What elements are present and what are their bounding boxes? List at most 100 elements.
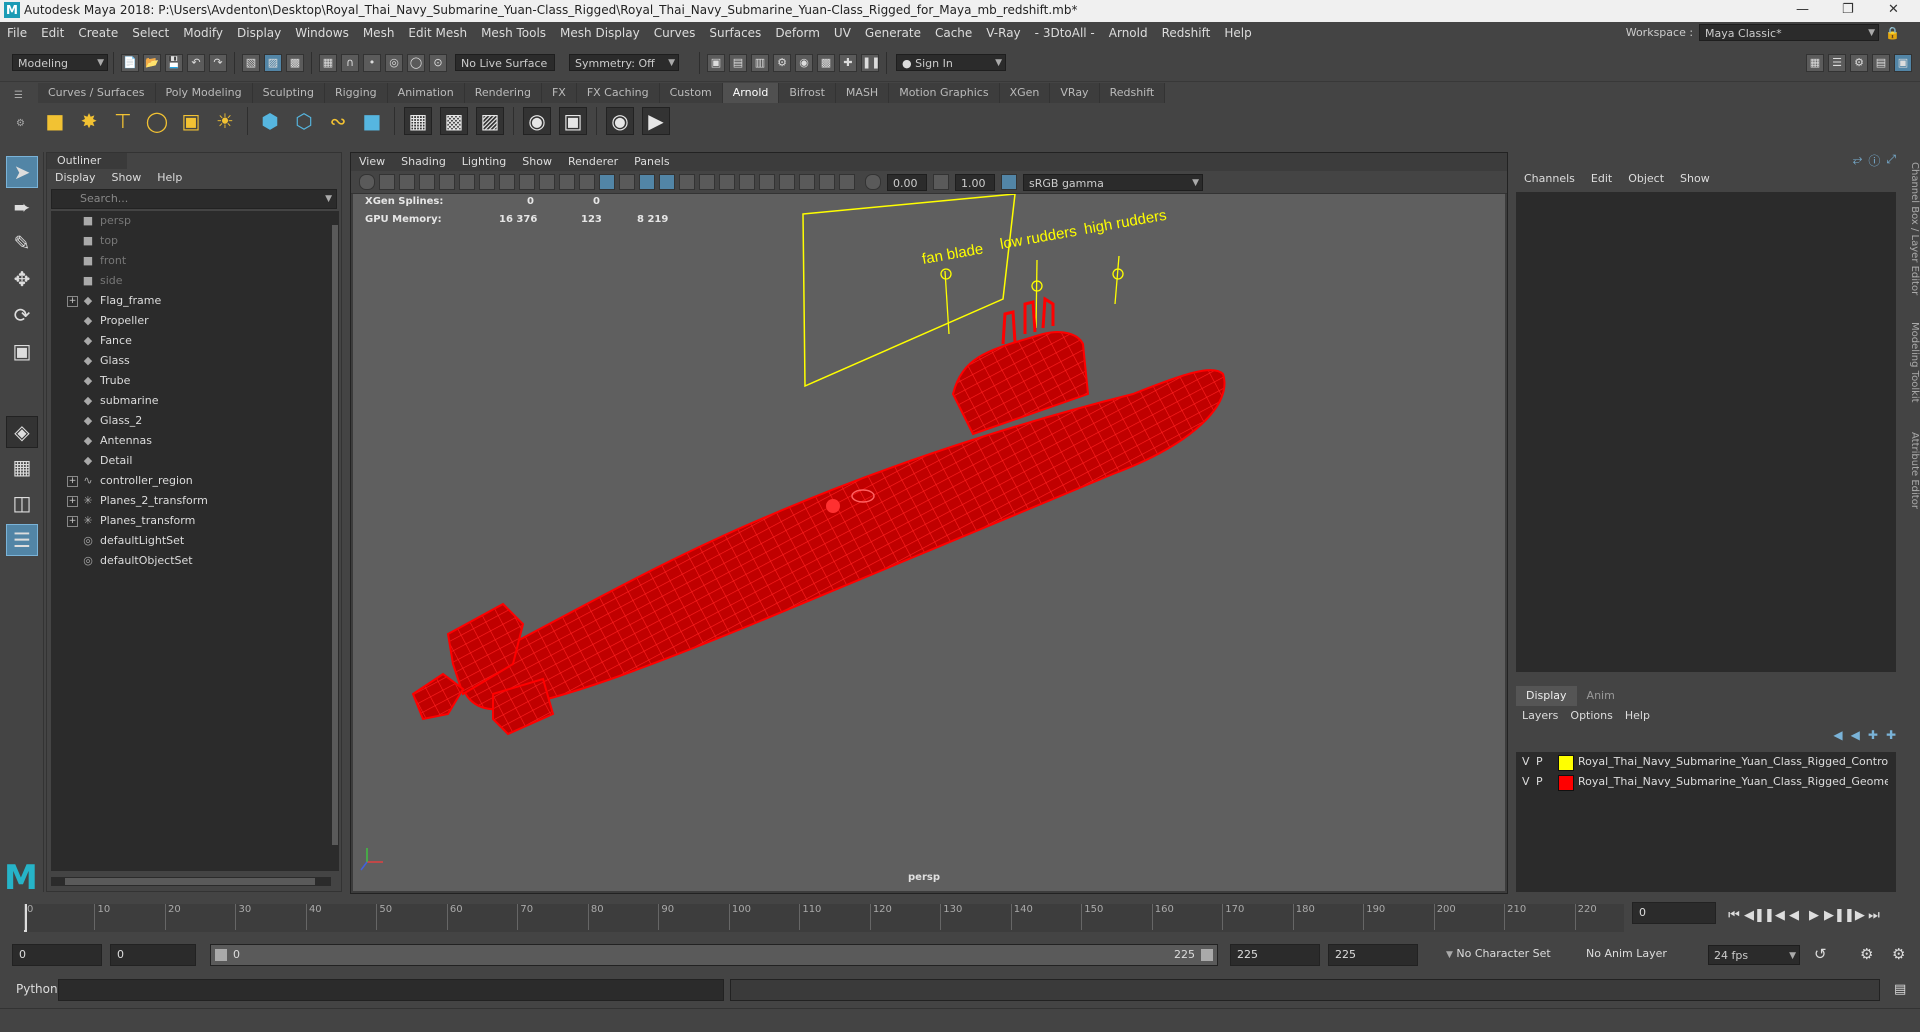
menu-item[interactable]: Generate [858,22,928,44]
grid-icon[interactable] [439,174,455,190]
scene-end-field[interactable]: 225 [1328,944,1418,966]
workspace-dropdown[interactable]: Maya Classic* ▼ [1699,24,1880,41]
snap-curve-icon[interactable]: ∩ [341,53,359,72]
channel-box-icon[interactable]: ▤ [1872,53,1890,72]
layer-playback-toggle[interactable]: P [1536,772,1543,792]
new-layer-selected-icon[interactable]: ✚ [1886,728,1896,742]
fps-dropdown[interactable]: 24 fps ▼ [1708,945,1800,965]
menu-item[interactable]: Mesh [356,22,402,44]
layer-color-swatch[interactable] [1558,755,1574,771]
shelf-tab[interactable]: Custom [659,83,723,103]
outliner-item[interactable]: ◎ defaultLightSet [51,531,331,551]
sign-in-dropdown[interactable]: ● Sign In ▼ [896,54,1006,71]
outliner-item[interactable]: ◆ Propeller [51,311,331,331]
default-lighting-icon[interactable] [699,174,715,190]
step-back-key-icon[interactable]: ◀❚ [1744,908,1765,923]
outliner-tab[interactable]: Outliner [47,153,127,169]
flush-quad-icon[interactable]: ▨ [476,107,504,135]
menu-item[interactable]: Arnold [1102,22,1155,44]
layer-editor-menu-item[interactable]: Options [1564,706,1618,726]
menu-item[interactable]: Cache [928,22,979,44]
lasso-tool-icon[interactable]: ➨ [6,192,38,224]
select-component-icon[interactable]: ▩ [286,53,304,72]
symmetry-dropdown[interactable]: Symmetry: Off ▼ [569,54,679,71]
outliner-horizontal-scrollbar[interactable] [51,877,331,886]
curve-collector-icon[interactable]: ∾ [325,108,351,134]
layer-editor-tab[interactable]: Anim [1577,686,1625,706]
flush-textures-icon[interactable]: ▦ [404,107,432,135]
four-view-layout-icon[interactable]: ▦ [6,452,38,484]
export-standin-icon[interactable]: ⬡ [291,108,317,134]
command-input[interactable] [58,979,724,1001]
menu-item[interactable]: Modify [176,22,230,44]
shelf-tab[interactable]: FX Caching [576,83,660,103]
render-setup-icon[interactable]: ▩ [817,53,835,72]
modeling-toolkit-icon[interactable]: ▦ [1806,53,1824,72]
close-icon[interactable]: ✕ [1888,2,1899,17]
attribute-editor-icon[interactable]: ☰ [1828,53,1846,72]
loop-icon[interactable]: ↺ [1814,945,1827,963]
viewport-menu-item[interactable]: Panels [626,153,677,171]
script-editor-icon[interactable]: ▤ [1894,982,1906,997]
depth-of-field-icon[interactable] [799,174,815,190]
area-light-icon[interactable]: ■ [42,108,68,134]
hypershade-icon[interactable]: ◉ [795,53,813,72]
menu-item[interactable]: Edit Mesh [401,22,474,44]
step-forward-frame-icon[interactable]: ▶❚ [1824,908,1845,923]
menu-item[interactable]: Mesh Display [553,22,647,44]
exposure-field[interactable]: 0.00 [887,173,927,191]
go-to-end-icon[interactable]: ⏭ [1864,908,1884,923]
outliner-search-input[interactable]: Search... ▼ [51,189,337,209]
viewport-menu-item[interactable]: Lighting [454,153,514,171]
animation-preferences-icon[interactable]: ⚙ [1892,945,1905,963]
select-camera-icon[interactable] [359,174,375,190]
field-chart-icon[interactable] [519,174,535,190]
shelf-tab[interactable]: Sculpting [252,83,325,103]
live-surface-field[interactable]: No Live Surface [455,54,555,71]
shelf-tab[interactable]: Redshift [1099,83,1166,103]
two-view-layout-icon[interactable]: ◫ [6,488,38,520]
modeling-toolkit-side-tab[interactable]: Modeling Toolkit [1904,322,1920,403]
channel-box-menu-item[interactable]: Channels [1516,164,1583,194]
range-start-handle[interactable] [215,949,227,961]
render-settings-icon[interactable]: ⚙ [773,53,791,72]
layer-editor-icon[interactable]: ▣ [1894,53,1912,72]
ipr-render-icon[interactable]: ▥ [751,53,769,72]
wireframe-on-shaded-icon[interactable] [639,174,655,190]
expand-icon[interactable]: ⤢ [1886,152,1896,169]
outliner-item[interactable]: ■ front [51,251,331,271]
snap-point-icon[interactable]: • [363,53,381,72]
menu-item[interactable]: - 3DtoAll - [1028,22,1102,44]
maximize-icon[interactable]: ❐ [1842,2,1854,17]
anim-layer-dropdown[interactable]: No Anim Layer [1580,944,1690,966]
physical-sky-icon[interactable]: ☀ [212,108,238,134]
character-set-dropdown[interactable]: ▼ No Character Set [1440,944,1570,966]
flush-skydome-icon[interactable]: ▩ [440,107,468,135]
shelf-tab[interactable]: Rendering [464,83,542,103]
shelf-tab[interactable]: MASH [835,83,890,103]
shelf-menu-icon[interactable]: ☰ [14,90,23,101]
layer-visibility-toggle[interactable]: V [1522,772,1530,792]
attribute-editor-side-tab[interactable]: Attribute Editor [1904,432,1920,509]
light-editor-icon[interactable]: ✚ [839,53,857,72]
expand-icon[interactable]: + [67,296,78,307]
shelf-tab[interactable]: XGen [999,83,1051,103]
layer-editor-tab[interactable]: Display [1516,686,1577,706]
menu-item[interactable]: V-Ray [979,22,1027,44]
lock-icon[interactable]: 🔒 [1885,26,1900,40]
channel-box-side-tab[interactable]: Channel Box / Layer Editor [1904,162,1920,295]
snap-live-icon[interactable]: ⊙ [429,53,447,72]
resolution-gate-icon[interactable] [479,174,495,190]
mesh-light-icon[interactable]: ✸ [76,108,102,134]
shelf-tab[interactable]: Motion Graphics [889,83,1000,103]
range-end-handle[interactable] [1201,949,1213,961]
viewport-menu-item[interactable]: Renderer [560,153,626,171]
wireframe-icon[interactable] [579,174,595,190]
move-tool-icon[interactable]: ✥ [6,264,38,296]
select-object-icon[interactable]: ▨ [264,53,282,72]
photometric-light-icon[interactable]: ⊤ [110,108,136,134]
viewport-menu-item[interactable]: View [351,153,393,171]
outliner-layout-icon[interactable]: ☰ [6,524,38,556]
outliner-item[interactable]: ◎ defaultObjectSet [51,551,331,571]
outliner-item[interactable]: ◆ Trube [51,371,331,391]
